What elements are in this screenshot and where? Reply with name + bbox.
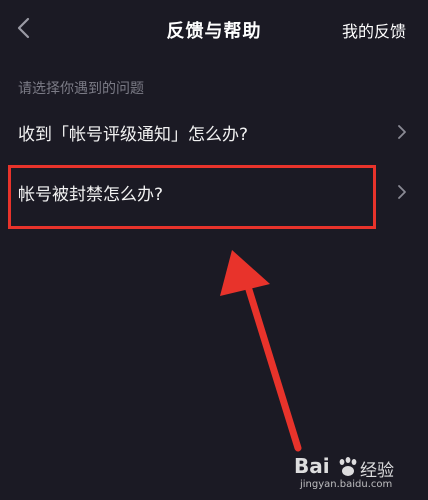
watermark-domain: jingyan.baidu.com xyxy=(300,479,393,490)
highlight-box-annotation xyxy=(8,165,376,229)
faq-item-rating-notice[interactable]: 收到「帐号评级通知」怎么办? xyxy=(0,106,428,156)
red-arrow-annotation xyxy=(220,250,302,452)
chevron-right-icon xyxy=(398,125,406,139)
baidu-jingyan-watermark: Bai 经验 jingyan.baidu.com xyxy=(294,454,406,494)
watermark-product: 经验 xyxy=(360,461,394,481)
my-feedback-link[interactable]: 我的反馈 xyxy=(342,18,406,42)
paw-icon xyxy=(339,457,357,476)
watermark-brand: Bai xyxy=(294,454,330,478)
section-hint: 请选择你遇到的问题 xyxy=(18,81,144,97)
chevron-right-icon xyxy=(398,185,406,199)
top-bar: 反馈与帮助 我的反馈 xyxy=(0,0,428,58)
faq-item-label: 收到「帐号评级通知」怎么办? xyxy=(18,125,249,145)
